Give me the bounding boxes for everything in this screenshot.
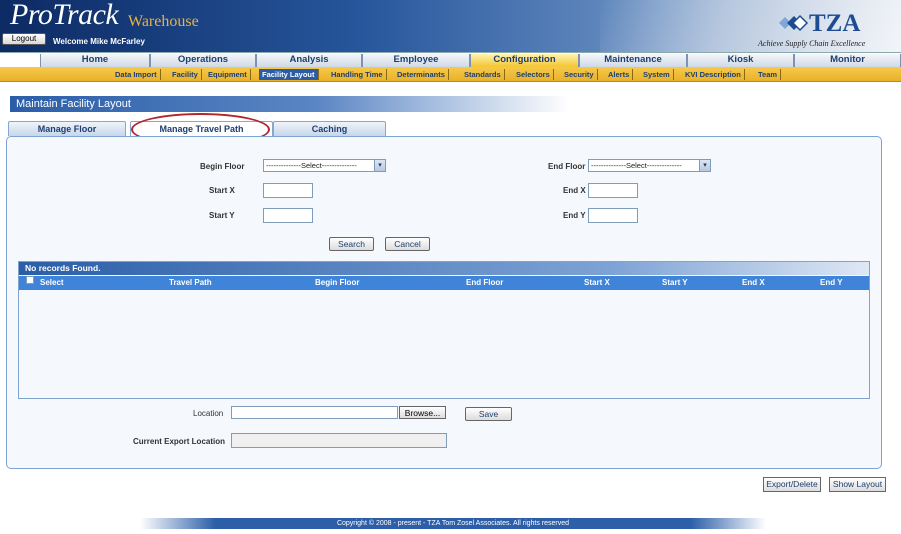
main-nav: Home Operations Analysis Employee Config… (0, 52, 901, 67)
chevron-down-icon: ▾ (699, 160, 710, 171)
subnav-security[interactable]: Security (561, 69, 598, 80)
start-x-input[interactable] (263, 183, 313, 198)
nav-tab-kiosk[interactable]: Kiosk (687, 54, 794, 67)
end-floor-select[interactable]: --------------Select-------------- ▾ (588, 159, 711, 172)
current-export-location-field (231, 433, 447, 448)
column-end-y[interactable]: End Y (820, 276, 843, 290)
end-floor-label: End Floor (548, 162, 586, 171)
subnav-selectors[interactable]: Selectors (513, 69, 554, 80)
grid-caption: No records Found. (19, 262, 869, 275)
end-y-label: End Y (563, 211, 586, 220)
brand-logo: TZA Achieve Supply Chain Excellence (758, 8, 900, 50)
end-x-label: End X (563, 186, 586, 195)
brand-tagline: Achieve Supply Chain Excellence (758, 39, 866, 48)
footer-copyright: Copyright © 2008 - present - TZA Tom Zos… (140, 518, 766, 529)
subnav-handling-time[interactable]: Handling Time (328, 69, 387, 80)
subnav-team[interactable]: Team (755, 69, 782, 80)
column-select: Select (40, 278, 64, 287)
end-y-input[interactable] (588, 208, 638, 223)
app-logo: ProTrack (10, 0, 119, 31)
column-begin-floor[interactable]: Begin Floor (315, 276, 359, 290)
tab-caching[interactable]: Caching (273, 121, 386, 136)
subnav-determinants[interactable]: Determinants (394, 69, 449, 80)
nav-tab-monitor[interactable]: Monitor (794, 54, 901, 67)
column-start-y[interactable]: Start Y (662, 276, 688, 290)
column-end-x[interactable]: End X (742, 276, 765, 290)
logout-button[interactable]: Logout (2, 33, 46, 45)
show-layout-button[interactable]: Show Layout (829, 477, 886, 492)
save-button[interactable]: Save (465, 407, 512, 421)
nav-tab-operations[interactable]: Operations (150, 54, 256, 67)
tab-manage-floor[interactable]: Manage Floor (8, 121, 126, 136)
location-label: Location (193, 409, 224, 418)
start-y-input[interactable] (263, 208, 313, 223)
nav-tab-employee[interactable]: Employee (362, 54, 470, 67)
subnav-facility-layout[interactable]: Facility Layout (259, 69, 319, 80)
subnav-kvi-description[interactable]: KVI Description (682, 69, 745, 80)
export-delete-button[interactable]: Export/Delete (763, 477, 821, 492)
column-end-floor[interactable]: End Floor (466, 276, 503, 290)
current-export-location-label: Current Export Location (133, 437, 226, 446)
subnav-standards[interactable]: Standards (461, 69, 505, 80)
welcome-text: Welcome Mike McFarley (53, 37, 145, 46)
end-floor-value: --------------Select-------------- (591, 161, 682, 170)
start-x-label: Start X (209, 186, 235, 195)
page-title: Maintain Facility Layout (10, 96, 570, 112)
subnav-alerts[interactable]: Alerts (605, 69, 634, 80)
grid-header-row: Select Travel Path Begin Floor End Floor… (19, 276, 869, 290)
location-input[interactable] (231, 406, 398, 419)
diamond-logo-icon (779, 14, 809, 32)
nav-tab-configuration[interactable]: Configuration (470, 54, 579, 67)
subnav-facility[interactable]: Facility (169, 69, 202, 80)
column-travel-path[interactable]: Travel Path (169, 276, 212, 290)
select-all-checkbox[interactable] (26, 276, 34, 284)
app-header: ProTrack Warehouse Logout Welcome Mike M… (0, 0, 901, 52)
subnav-system[interactable]: System (640, 69, 674, 80)
app-logo-suffix: Warehouse (128, 13, 199, 30)
nav-tab-maintenance[interactable]: Maintenance (579, 54, 687, 67)
chevron-down-icon: ▾ (374, 160, 385, 171)
brand-name: TZA (809, 10, 861, 37)
sub-nav: Data Import Facility Equipment Facility … (0, 67, 901, 82)
begin-floor-select[interactable]: --------------Select-------------- ▾ (263, 159, 386, 172)
cancel-button[interactable]: Cancel (385, 237, 430, 251)
column-start-x[interactable]: Start X (584, 276, 610, 290)
subnav-data-import[interactable]: Data Import (112, 69, 161, 80)
end-x-input[interactable] (588, 183, 638, 198)
nav-tab-home[interactable]: Home (40, 54, 150, 67)
nav-tab-analysis[interactable]: Analysis (256, 54, 362, 67)
start-y-label: Start Y (209, 211, 235, 220)
browse-button[interactable]: Browse... (399, 406, 446, 419)
begin-floor-value: --------------Select-------------- (266, 161, 357, 170)
begin-floor-label: Begin Floor (200, 162, 245, 171)
subnav-equipment[interactable]: Equipment (205, 69, 251, 80)
travel-path-grid: No records Found. Select Travel Path Beg… (18, 261, 870, 399)
search-button[interactable]: Search (329, 237, 374, 251)
